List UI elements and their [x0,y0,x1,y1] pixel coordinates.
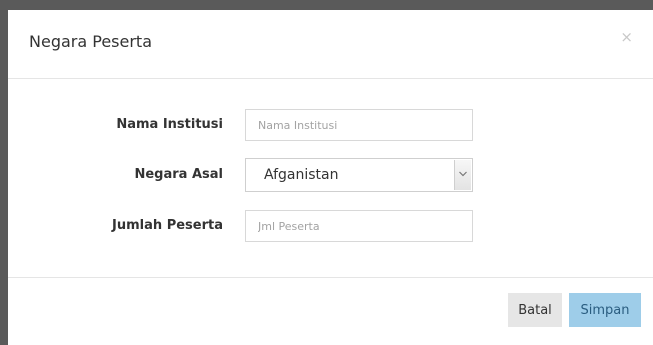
institusi-input[interactable] [245,109,473,141]
chevron-down-icon [454,160,471,190]
modal-title: Negara Peserta [29,32,152,51]
institusi-label: Nama Institusi [116,117,223,132]
modal-body: Nama Institusi Negara Asal Afganistan Ju… [8,79,653,277]
form-row-institusi: Nama Institusi [8,109,653,141]
negara-peserta-dialog: Negara Peserta × Nama Institusi Negara A… [8,10,653,345]
jumlah-label: Jumlah Peserta [112,218,223,233]
negara-selected-value: Afganistan [264,167,339,183]
cancel-button[interactable]: Batal [508,293,562,327]
close-icon[interactable]: × [620,30,633,45]
form-row-jumlah: Jumlah Peserta [8,210,653,242]
modal-header: Negara Peserta × [8,10,653,79]
negara-label: Negara Asal [134,167,223,182]
negara-select[interactable]: Afganistan [245,158,473,192]
jumlah-peserta-input[interactable] [245,210,473,242]
modal-footer: Batal Simpan [8,277,653,345]
form-row-negara: Negara Asal Afganistan [8,158,653,192]
save-button[interactable]: Simpan [569,293,641,327]
